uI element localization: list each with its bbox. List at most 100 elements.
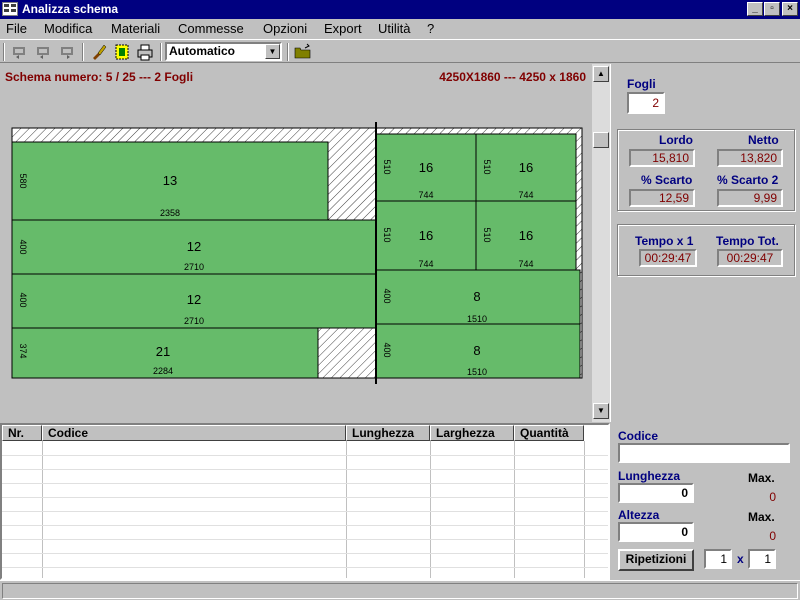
table-row[interactable] [2, 567, 608, 568]
piece-width: 374 [18, 343, 28, 358]
altezza-label: Altezza [618, 508, 660, 522]
piece[interactable]: 16 744 510 [375, 133, 477, 202]
vertical-scrollbar[interactable]: ▲ ▼ [592, 64, 610, 422]
piece-length: 2710 [184, 316, 204, 326]
menu-export[interactable]: Export [324, 21, 362, 36]
piece-code: 16 [419, 160, 433, 175]
scroll-down-icon[interactable]: ▼ [593, 403, 609, 419]
toolbar-separator [160, 43, 162, 61]
status-bar [0, 580, 800, 600]
menu-commesse[interactable]: Commesse [178, 21, 244, 36]
col-lunghezza[interactable]: Lunghezza [346, 425, 430, 441]
piece-code: 16 [419, 228, 433, 243]
table-row[interactable] [2, 483, 608, 484]
select-icon[interactable] [112, 42, 132, 62]
piece-width: 400 [382, 342, 392, 357]
piece[interactable]: 13 2358 580 [11, 141, 329, 221]
scroll-thumb[interactable] [593, 132, 609, 148]
column-divider [346, 441, 347, 578]
chevron-down-icon[interactable]: ▼ [265, 44, 280, 59]
ripetizioni-b-input[interactable]: 1 [748, 549, 776, 569]
menu-utilita[interactable]: Utilità [378, 21, 411, 36]
piece[interactable]: 8 1510 400 [375, 269, 581, 325]
menu-modifica[interactable]: Modifica [44, 21, 92, 36]
menu-file[interactable]: File [6, 21, 27, 36]
window-title: Analizza schema [22, 2, 119, 16]
menu-materiali[interactable]: Materiali [111, 21, 160, 36]
ripetizioni-button[interactable]: Ripetizioni [618, 549, 694, 571]
toolbar-separator [287, 43, 289, 61]
scroll-up-icon[interactable]: ▲ [593, 66, 609, 82]
toolbar-separator [82, 43, 84, 61]
fogli-label: Fogli [627, 77, 656, 91]
menu-help[interactable]: ? [427, 21, 434, 36]
next-icon[interactable] [58, 42, 78, 62]
mode-select[interactable]: Automatico ▼ [165, 42, 282, 61]
column-divider [514, 441, 515, 578]
ripetizioni-a-input[interactable]: 1 [704, 549, 732, 569]
cutting-sheet: 13 2358 580 12 2710 400 12 2710 400 21 2… [11, 122, 583, 384]
piece-width: 510 [482, 227, 492, 242]
altezza-input[interactable]: 0 [618, 522, 694, 542]
codice-input[interactable] [618, 443, 790, 463]
scarto-value: 12,59 [629, 189, 695, 207]
fogli-value: 2 [627, 92, 665, 114]
table-row[interactable] [2, 539, 608, 540]
lordo-value: 15,810 [629, 149, 695, 167]
close-button[interactable]: × [782, 2, 798, 16]
table-row[interactable] [2, 469, 608, 470]
first-icon[interactable] [10, 42, 30, 62]
column-divider [42, 441, 43, 578]
minimize-button[interactable]: _ [747, 2, 763, 16]
table-row[interactable] [2, 497, 608, 498]
tempo1-label: Tempo x 1 [635, 234, 694, 248]
lunghezza-input[interactable]: 0 [618, 483, 694, 503]
piece[interactable]: 16 744 510 [375, 200, 477, 271]
restore-button[interactable]: ▫ [764, 2, 780, 16]
col-codice[interactable]: Codice [42, 425, 346, 441]
prev-icon[interactable] [34, 42, 54, 62]
piece-code: 12 [187, 292, 201, 307]
piece-length: 2358 [160, 208, 180, 218]
piece-width: 510 [382, 159, 392, 174]
piece[interactable]: 21 2284 374 [11, 327, 319, 379]
piece-length: 744 [518, 190, 533, 200]
tempotot-label: Tempo Tot. [716, 234, 779, 248]
piece-width: 510 [382, 227, 392, 242]
menu-opzioni[interactable]: Opzioni [263, 21, 307, 36]
brush-icon[interactable] [89, 42, 109, 62]
tempo1-value: 00:29:47 [639, 249, 697, 267]
piece-width: 580 [18, 173, 28, 188]
piece-width: 400 [18, 239, 28, 254]
piece-code: 12 [187, 239, 201, 254]
open-folder-icon[interactable] [293, 42, 313, 62]
toolbar-separator [3, 43, 5, 61]
piece[interactable]: 16 744 510 [475, 200, 577, 271]
table-row[interactable] [2, 525, 608, 526]
stats-panel: Fogli 2 Lordo Netto 15,810 13,820 % Scar… [610, 64, 800, 422]
scarto2-label: % Scarto 2 [717, 173, 779, 187]
max-lunghezza-value: 0 [769, 490, 776, 504]
table-row[interactable] [2, 455, 608, 456]
col-quantita[interactable]: Quantità [514, 425, 584, 441]
piece[interactable]: 8 1510 400 [375, 323, 581, 379]
col-nr[interactable]: Nr. [2, 425, 42, 441]
print-icon[interactable] [135, 42, 155, 62]
tempotot-value: 00:29:47 [717, 249, 783, 267]
table-row[interactable] [2, 511, 608, 512]
piece-code: 13 [163, 173, 177, 188]
column-divider [584, 441, 585, 578]
piece-width: 400 [18, 292, 28, 307]
status-cell [2, 583, 798, 599]
pieces-table[interactable]: Nr. Codice Lunghezza Larghezza Quantità [0, 423, 610, 580]
piece-code: 8 [473, 289, 480, 304]
piece[interactable]: 16 744 510 [475, 133, 577, 202]
table-row[interactable] [2, 553, 608, 554]
app-icon [2, 2, 18, 16]
netto-label: Netto [748, 133, 779, 147]
max-lunghezza-label: Max. [748, 471, 775, 485]
piece[interactable]: 12 2710 400 [11, 219, 377, 275]
column-divider [430, 441, 431, 578]
col-larghezza[interactable]: Larghezza [430, 425, 514, 441]
piece[interactable]: 12 2710 400 [11, 273, 377, 329]
